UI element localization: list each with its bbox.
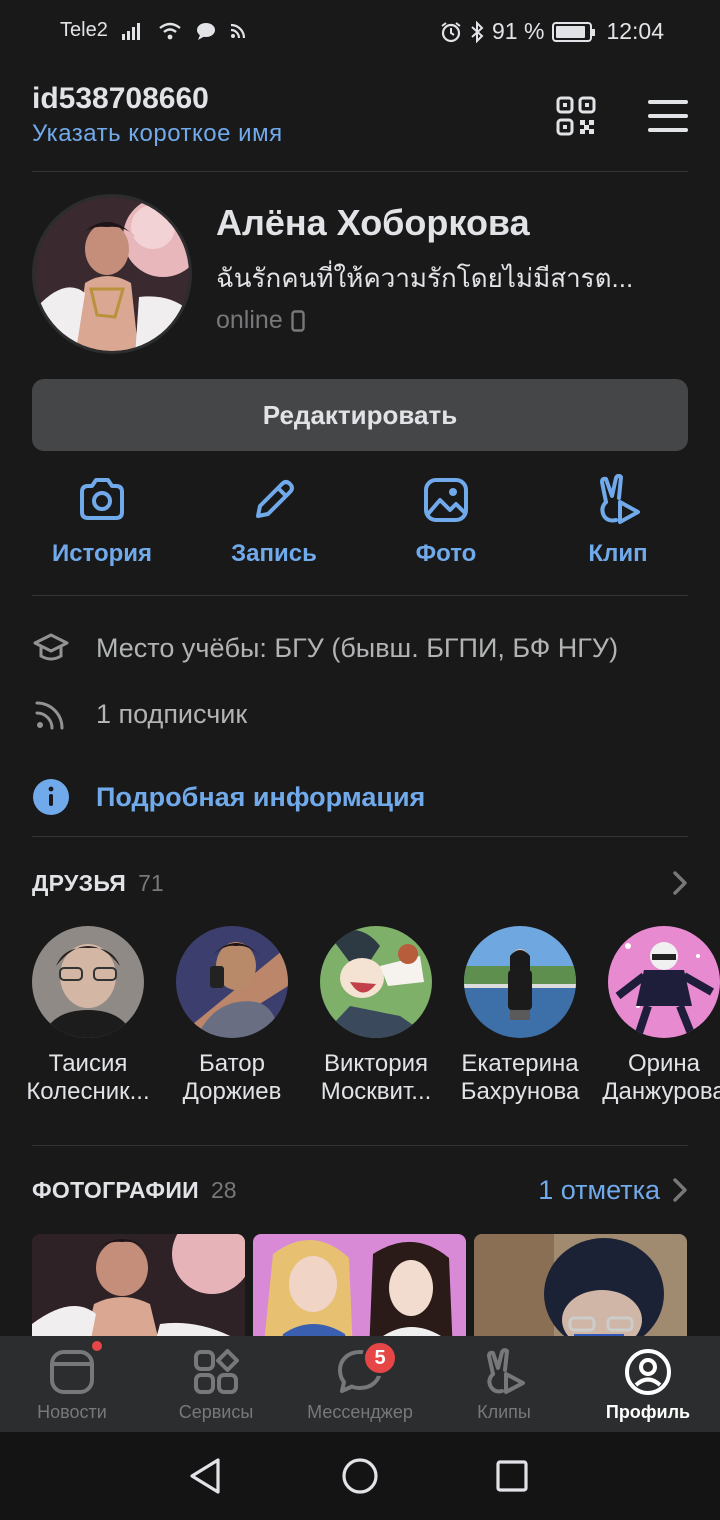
divider xyxy=(32,1145,688,1146)
photos-count: 28 xyxy=(210,1176,237,1203)
action-label: История xyxy=(51,540,153,567)
system-nav-bar xyxy=(0,1432,720,1520)
friend-name: Орина Данжурова xyxy=(602,1050,720,1105)
details-row[interactable]: Подробная информация xyxy=(32,747,688,847)
camera-icon xyxy=(80,478,124,520)
clips-icon xyxy=(487,1348,525,1394)
online-status: online xyxy=(216,306,305,335)
tab-label: Профиль xyxy=(605,1402,691,1422)
followers-icon xyxy=(35,701,64,730)
tab-profile[interactable]: Профиль xyxy=(576,1336,720,1432)
education-icon xyxy=(33,633,69,661)
education-row: Место учёбы: БГУ (бывш. БГПИ, БФ НГУ) xyxy=(32,615,688,681)
friend-name: Таисия Колесник... xyxy=(26,1050,150,1105)
action-label: Клип xyxy=(588,540,648,567)
friend-name: Виктория Москвит... xyxy=(320,1050,432,1105)
battery-icon xyxy=(552,21,596,42)
quick-actions: История Запись Фото Клип xyxy=(16,474,704,574)
photos-header[interactable]: ФОТОГРАФИИ 28 1 отметка xyxy=(32,1172,688,1208)
photo-thumbnail[interactable] xyxy=(32,1234,245,1336)
friends-title: ДРУЗЬЯ xyxy=(32,869,127,896)
services-icon xyxy=(194,1349,239,1394)
friend-avatar xyxy=(608,926,720,1038)
friend-name: Екатерина Бахрунова xyxy=(460,1050,580,1105)
chat-bubble-icon xyxy=(196,22,215,40)
action-label: Фото xyxy=(415,540,477,567)
edit-profile-button[interactable]: Редактировать xyxy=(32,379,688,451)
menu-icon[interactable] xyxy=(648,98,688,134)
signal-icon xyxy=(121,22,140,40)
tags-link[interactable]: 1 отметка xyxy=(538,1175,660,1206)
friends-count: 71 xyxy=(138,869,164,896)
wifi-icon xyxy=(159,22,181,39)
recents-icon[interactable] xyxy=(492,1456,532,1496)
tab-news[interactable]: Новости xyxy=(0,1336,144,1432)
tab-messenger[interactable]: 5 Мессенджер xyxy=(288,1336,432,1432)
clip-icon xyxy=(600,474,640,524)
photo-thumbnail[interactable] xyxy=(474,1234,687,1336)
avatar[interactable] xyxy=(32,194,192,354)
friend-item[interactable]: Таисия Колесник... xyxy=(16,926,160,1106)
divider xyxy=(32,595,688,596)
friend-avatar xyxy=(320,926,432,1038)
friends-list: Таисия Колесник... Батор Доржиев Виктория М… xyxy=(16,926,720,1116)
home-icon[interactable] xyxy=(340,1456,380,1496)
friend-avatar xyxy=(464,926,576,1038)
chevron-right-icon xyxy=(673,871,687,895)
unread-badge: 5 xyxy=(362,1340,398,1376)
notification-dot xyxy=(90,1339,104,1353)
carrier-label: Tele2 xyxy=(60,19,108,41)
photo-thumbnail[interactable] xyxy=(253,1234,466,1336)
photos-title: ФОТОГРАФИИ xyxy=(32,1176,199,1203)
tab-label: Новости xyxy=(37,1402,107,1422)
image-icon xyxy=(424,478,468,522)
profile-card: Алёна Хоборкова ฉันรักคนที่ให้ความรักโดย… xyxy=(32,194,688,354)
bottom-tab-bar: Новости Сервисы 5 Мессенджер Клипы Профи… xyxy=(0,1336,720,1432)
bluetooth-icon xyxy=(471,20,484,43)
friend-avatar xyxy=(176,926,288,1038)
clock: 12:04 xyxy=(606,18,664,44)
status-bar: Tele2 91 % 12:04 xyxy=(0,0,720,62)
profile-header: id538708660 Указать короткое имя xyxy=(32,82,688,172)
mobile-icon xyxy=(291,309,305,332)
action-story[interactable]: История xyxy=(16,474,188,574)
friend-item[interactable]: Батор Доржиев xyxy=(160,926,304,1106)
friend-avatar xyxy=(32,926,144,1038)
tab-label: Мессенджер xyxy=(307,1402,413,1422)
tab-services[interactable]: Сервисы xyxy=(144,1336,288,1432)
action-photo[interactable]: Фото xyxy=(360,474,532,574)
followers-text: 1 подписчик xyxy=(96,698,248,729)
chevron-right-icon xyxy=(673,1178,687,1202)
tab-label: Сервисы xyxy=(178,1402,254,1422)
friend-item[interactable]: Орина Данжурова xyxy=(592,926,720,1106)
friends-header[interactable]: ДРУЗЬЯ 71 xyxy=(32,865,688,901)
tab-clips[interactable]: Клипы xyxy=(432,1336,576,1432)
battery-percent: 91 % xyxy=(492,18,545,44)
action-label: Запись xyxy=(231,540,317,567)
details-link: Подробная информация xyxy=(96,781,426,812)
action-post[interactable]: Запись xyxy=(188,474,360,574)
info-icon xyxy=(33,779,69,815)
profile-name: Алёна Хоборкова xyxy=(216,202,530,243)
avatar-photo xyxy=(35,197,189,351)
profile-status[interactable]: ฉันรักคนที่ให้ความรักโดยไม่มีสารต... xyxy=(216,258,686,299)
followers-row[interactable]: 1 подписчик xyxy=(32,681,688,747)
alarm-icon xyxy=(441,21,461,42)
cast-icon xyxy=(230,23,245,38)
tab-label: Клипы xyxy=(477,1402,531,1422)
education-text: Место учёбы: БГУ (бывш. БГПИ, БФ НГУ) xyxy=(96,632,619,663)
online-label: online xyxy=(216,306,283,334)
qr-code-icon[interactable] xyxy=(556,96,596,136)
friend-name: Батор Доржиев xyxy=(182,1050,282,1105)
photos-grid xyxy=(32,1234,688,1336)
pencil-icon xyxy=(256,480,294,518)
profile-info: Место учёбы: БГУ (бывш. БГПИ, БФ НГУ) 1 … xyxy=(32,615,688,847)
back-icon[interactable] xyxy=(186,1456,226,1496)
news-icon xyxy=(50,1350,94,1394)
friend-item[interactable]: Виктория Москвит... xyxy=(304,926,448,1106)
friend-item[interactable]: Екатерина Бахрунова xyxy=(448,926,592,1106)
profile-icon xyxy=(625,1349,671,1395)
divider xyxy=(32,836,688,837)
action-clip[interactable]: Клип xyxy=(532,474,704,574)
